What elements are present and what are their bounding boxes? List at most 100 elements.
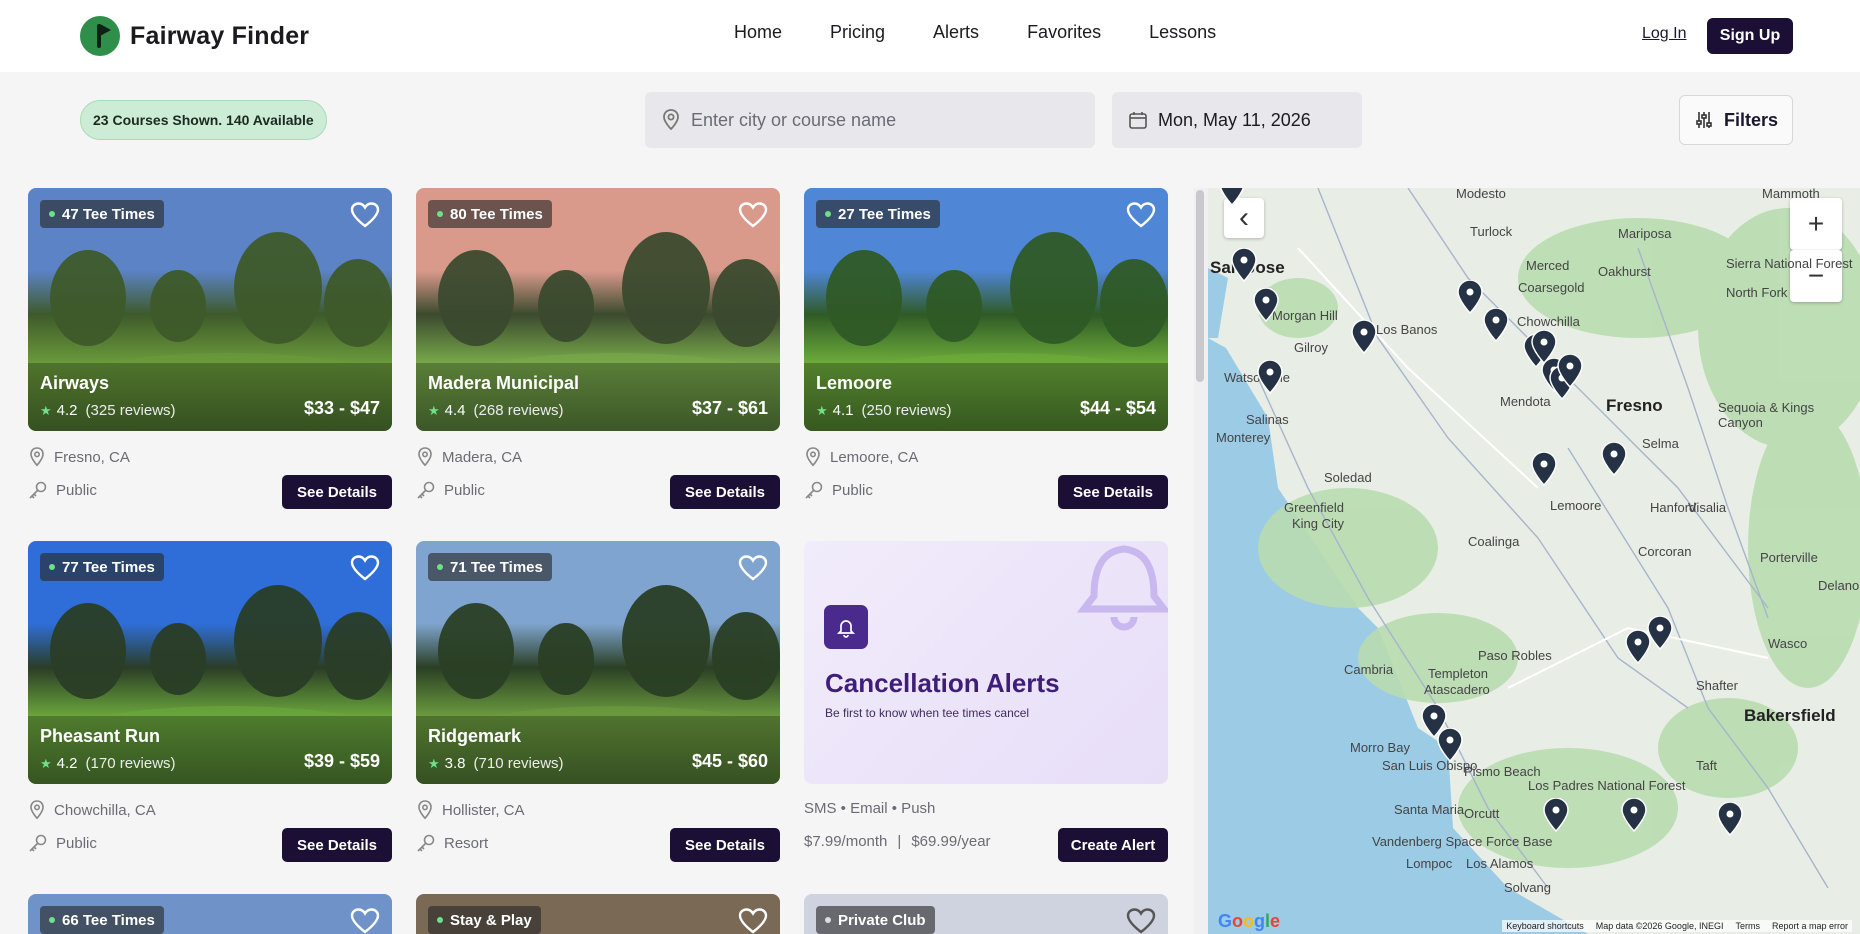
zoom-in-button[interactable]: + <box>1790 198 1842 250</box>
see-details-button[interactable]: See Details <box>670 475 780 509</box>
map-city-label: Sequoia & Kings Canyon <box>1718 400 1815 430</box>
map-city-label: Mariposa <box>1618 226 1672 241</box>
filters-button[interactable]: Filters <box>1679 95 1793 145</box>
nav-favorites[interactable]: Favorites <box>1027 22 1101 43</box>
rating-value: 4.4 <box>444 402 466 419</box>
favorite-heart-icon[interactable] <box>350 554 380 582</box>
signup-button[interactable]: Sign Up <box>1707 18 1793 54</box>
course-rating: ★ 4.4 (268 reviews) <box>428 402 564 419</box>
see-details-button[interactable]: See Details <box>282 828 392 862</box>
course-map-pin-icon[interactable] <box>1230 248 1258 282</box>
flag-logo-icon <box>80 16 120 56</box>
map-city-label: Shafter <box>1696 678 1738 693</box>
course-location: Chowchilla, CA <box>28 800 156 820</box>
course-map-pin-icon[interactable] <box>1530 452 1558 486</box>
google-logo: Google <box>1218 911 1281 931</box>
course-card[interactable]: 27 Tee Times Lemoore ★ 4.1 (250 reviews)… <box>804 188 1168 511</box>
see-details-button[interactable]: See Details <box>1058 475 1168 509</box>
course-map-pin-icon[interactable] <box>1456 280 1484 314</box>
date-value: Mon, May 11, 2026 <box>1158 109 1311 130</box>
course-photo[interactable]: Private Club <box>804 894 1168 934</box>
course-map-pin-icon[interactable] <box>1542 798 1570 832</box>
course-map-pin-icon[interactable] <box>1646 616 1674 650</box>
map-city-label: Salinas <box>1246 412 1289 427</box>
nav-alerts[interactable]: Alerts <box>933 22 979 43</box>
map-city-label: Coalinga <box>1468 534 1520 549</box>
favorite-heart-icon[interactable] <box>1126 201 1156 229</box>
course-map-pin-icon[interactable] <box>1716 802 1744 836</box>
course-photo[interactable]: 66 Tee Times <box>28 894 392 934</box>
course-card-partial[interactable]: Private Club <box>804 894 1168 934</box>
favorite-heart-icon[interactable] <box>738 201 768 229</box>
course-photo[interactable]: 77 Tee Times Pheasant Run ★ 4.2 (170 rev… <box>28 541 392 784</box>
price-yearly: $69.99/year <box>911 833 991 850</box>
course-badge: Stay & Play <box>428 906 541 934</box>
tee-times-badge: 47 Tee Times <box>40 200 164 228</box>
list-scrollbar-thumb[interactable] <box>1196 190 1204 382</box>
course-name: Lemoore <box>816 373 893 393</box>
course-card[interactable]: 80 Tee Times Madera Municipal ★ 4.4 (268… <box>416 188 780 511</box>
see-details-button[interactable]: See Details <box>282 475 392 509</box>
course-map-pin-icon[interactable] <box>1482 308 1510 342</box>
favorite-heart-icon[interactable] <box>738 907 768 934</box>
course-photo[interactable]: 80 Tee Times Madera Municipal ★ 4.4 (268… <box>416 188 780 431</box>
star-icon: ★ <box>40 402 52 418</box>
course-card[interactable]: 77 Tee Times Pheasant Run ★ 4.2 (170 rev… <box>28 541 392 864</box>
search-input[interactable] <box>691 109 1071 131</box>
report-error-link[interactable]: Report a map error <box>1772 921 1848 931</box>
favorite-heart-icon[interactable] <box>738 554 768 582</box>
course-photo[interactable]: Stay & Play <box>416 894 780 934</box>
rating-value: 4.2 <box>56 755 78 772</box>
login-link[interactable]: Log In <box>1642 25 1686 43</box>
calendar-icon <box>1129 112 1147 129</box>
course-map-pin-icon[interactable] <box>1256 360 1284 394</box>
course-map-pin-icon[interactable] <box>1436 728 1464 762</box>
price-divider: | <box>897 833 902 850</box>
map-city-label: Turlock <box>1470 224 1513 239</box>
course-map-pin-icon[interactable] <box>1556 354 1584 388</box>
course-badge: Private Club <box>816 906 935 934</box>
course-photo[interactable]: 27 Tee Times Lemoore ★ 4.1 (250 reviews)… <box>804 188 1168 431</box>
date-picker[interactable]: Mon, May 11, 2026 <box>1112 92 1362 148</box>
course-card-partial[interactable]: Stay & Play <box>416 894 780 934</box>
location-pin-icon <box>418 800 432 820</box>
see-details-button[interactable]: See Details <box>670 828 780 862</box>
course-card[interactable]: 71 Tee Times Ridgemark ★ 3.8 (710 review… <box>416 541 780 864</box>
course-map-pin-icon[interactable] <box>1350 320 1378 354</box>
favorite-heart-icon[interactable] <box>1126 907 1156 934</box>
course-map-pin-icon[interactable] <box>1252 288 1280 322</box>
map-city-label: Chowchilla <box>1517 314 1580 329</box>
course-count-badge: 23 Courses Shown. 140 Available <box>80 100 327 140</box>
favorite-heart-icon[interactable] <box>350 201 380 229</box>
course-card[interactable]: 47 Tee Times Airways ★ 4.2 (325 reviews)… <box>28 188 392 511</box>
tee-times-badge: 27 Tee Times <box>816 200 940 228</box>
keyboard-shortcuts-link[interactable]: Keyboard shortcuts <box>1506 921 1584 931</box>
course-photo[interactable]: 71 Tee Times Ridgemark ★ 3.8 (710 review… <box>416 541 780 784</box>
create-alert-button[interactable]: Create Alert <box>1058 828 1168 862</box>
key-icon <box>805 481 823 499</box>
nav-lessons[interactable]: Lessons <box>1149 22 1216 43</box>
course-card-partial[interactable]: 66 Tee Times <box>28 894 392 934</box>
search-box[interactable] <box>645 92 1095 148</box>
map-city-label: Santa Maria <box>1394 802 1465 817</box>
nav-pricing[interactable]: Pricing <box>830 22 885 43</box>
terms-link[interactable]: Terms <box>1735 921 1760 931</box>
course-map-pin-icon[interactable] <box>1620 798 1648 832</box>
map-city-label: Vandenberg Space Force Base <box>1372 834 1553 849</box>
bell-decoration-icon <box>1076 545 1168 631</box>
tee-times-badge: 80 Tee Times <box>428 200 552 228</box>
course-map-pin-icon[interactable] <box>1600 442 1628 476</box>
course-name: Ridgemark <box>428 726 522 746</box>
course-badge: 66 Tee Times <box>40 906 164 934</box>
star-icon: ★ <box>816 402 828 418</box>
favorite-heart-icon[interactable] <box>350 907 380 934</box>
main-nav: Home Pricing Alerts Favorites Lessons <box>734 22 1264 43</box>
course-map-pin-icon[interactable] <box>1218 188 1246 206</box>
nav-home[interactable]: Home <box>734 22 782 43</box>
map-city-label: Pismo Beach <box>1464 764 1541 779</box>
brand-logo[interactable]: Fairway Finder <box>80 16 309 56</box>
rating-value: 4.1 <box>832 402 854 419</box>
course-rating: ★ 4.2 (170 reviews) <box>40 755 176 772</box>
course-photo[interactable]: 47 Tee Times Airways ★ 4.2 (325 reviews)… <box>28 188 392 431</box>
map-panel[interactable]: ‹ + − Modesto Turlock San Jose Mariposa Oakh… <box>1208 188 1860 934</box>
